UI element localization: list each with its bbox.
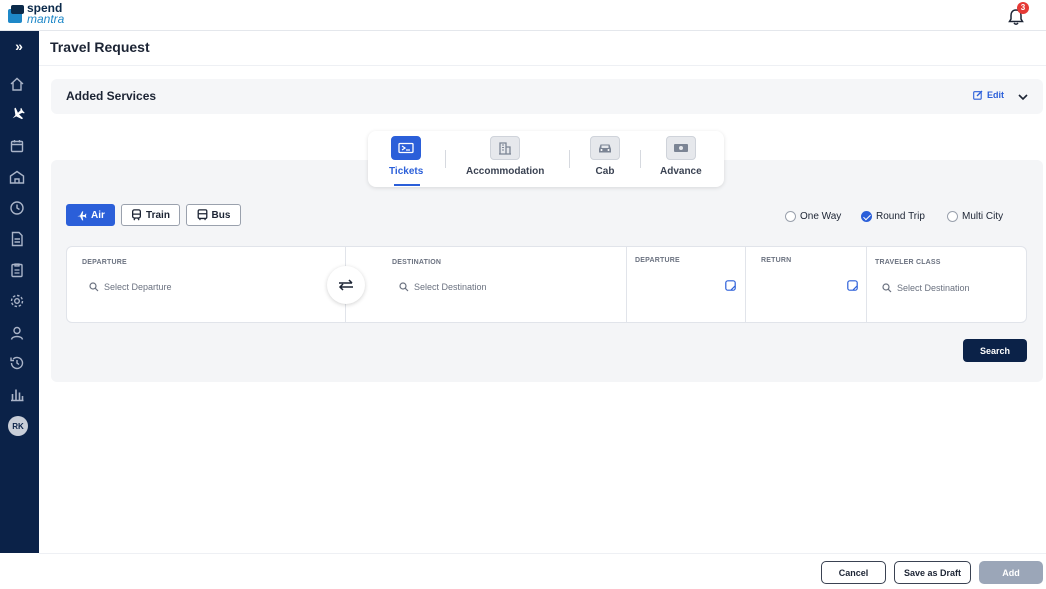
mode-bus-button[interactable]: Bus xyxy=(186,204,241,226)
tab-advance[interactable]: Advance xyxy=(660,136,702,177)
building-icon xyxy=(490,136,521,160)
page-title: Travel Request xyxy=(50,39,150,55)
active-tab-indicator xyxy=(394,184,420,186)
search-icon xyxy=(882,283,892,293)
flight-icon xyxy=(77,210,87,220)
radio-one-way[interactable] xyxy=(785,211,796,222)
divider xyxy=(640,150,641,168)
destination-input[interactable]: Select Destination xyxy=(399,282,487,292)
chevron-down-icon[interactable] xyxy=(1017,90,1029,108)
expand-sidebar-icon[interactable]: » xyxy=(10,37,28,55)
return-date-label: RETURN xyxy=(761,257,792,264)
save-draft-button[interactable]: Save as Draft xyxy=(894,561,971,584)
divider xyxy=(569,150,570,168)
traveler-class-input[interactable]: Select Destination xyxy=(882,283,970,293)
swap-arrows-icon xyxy=(338,279,353,291)
cancel-button[interactable]: Cancel xyxy=(821,561,886,584)
sidebar: » RK xyxy=(0,31,39,553)
calendar-icon[interactable] xyxy=(847,278,858,291)
tab-accommodation-label: Accommodation xyxy=(466,166,545,177)
search-button[interactable]: Search xyxy=(963,339,1027,362)
top-bar: spend mantra 3 xyxy=(0,0,1046,31)
divider xyxy=(626,246,627,323)
edit-button[interactable]: Edit xyxy=(973,90,1004,100)
divider xyxy=(39,553,1046,554)
departure-label: DEPARTURE xyxy=(82,259,127,266)
tab-tickets[interactable]: Tickets xyxy=(389,136,423,177)
destination-label: DESTINATION xyxy=(392,259,442,266)
clipboard-icon[interactable] xyxy=(8,261,26,279)
history-icon[interactable] xyxy=(8,354,26,372)
trip-multi-city-option[interactable]: Multi City xyxy=(947,211,1003,222)
clock-icon[interactable] xyxy=(8,199,26,217)
mode-bus-label: Bus xyxy=(211,209,231,221)
trip-one-way-option[interactable]: One Way xyxy=(785,211,841,222)
edit-label: Edit xyxy=(987,90,1004,100)
cash-icon xyxy=(665,136,696,160)
divider xyxy=(39,65,1046,66)
mode-air-label: Air xyxy=(91,209,105,221)
calendar-icon[interactable] xyxy=(725,278,736,291)
logo-icon xyxy=(8,5,24,23)
chart-icon[interactable] xyxy=(8,385,26,403)
trip-round-trip-label: Round Trip xyxy=(876,211,925,222)
trip-round-trip-option[interactable]: Round Trip xyxy=(861,211,925,222)
destination-placeholder: Select Destination xyxy=(414,282,487,292)
avatar[interactable]: RK xyxy=(8,416,28,436)
mode-air-button[interactable]: Air xyxy=(66,204,115,226)
added-services-section[interactable]: Added Services Edit xyxy=(51,79,1043,114)
swap-button[interactable] xyxy=(327,266,365,304)
trip-one-way-label: One Way xyxy=(800,211,842,222)
radio-round-trip[interactable] xyxy=(861,211,872,222)
tab-tickets-label: Tickets xyxy=(389,166,424,177)
departure-input[interactable]: Select Departure xyxy=(89,282,172,292)
search-icon xyxy=(399,282,409,292)
settings-icon[interactable] xyxy=(8,292,26,310)
bus-icon xyxy=(197,209,207,221)
radio-multi-city[interactable] xyxy=(947,211,958,222)
traveler-class-placeholder: Select Destination xyxy=(897,283,970,293)
brand-name-line2: mantra xyxy=(27,12,65,26)
edit-icon xyxy=(973,90,983,100)
document-icon[interactable] xyxy=(8,230,26,248)
ticket-icon xyxy=(391,136,422,160)
mode-train-button[interactable]: Train xyxy=(121,204,180,226)
traveler-class-label: TRAVELER CLASS xyxy=(875,259,941,266)
tab-advance-label: Advance xyxy=(660,166,702,177)
brand-logo[interactable]: spend mantra xyxy=(8,2,65,26)
tab-cab[interactable]: Cab xyxy=(590,136,620,177)
tab-cab-label: Cab xyxy=(595,166,615,177)
user-icon[interactable] xyxy=(8,324,26,342)
departure-placeholder: Select Departure xyxy=(104,282,172,292)
mode-train-label: Train xyxy=(146,209,170,221)
departure-date-label: DEPARTURE xyxy=(635,257,680,264)
tab-accommodation[interactable]: Accommodation xyxy=(466,136,544,177)
trip-multi-city-label: Multi City xyxy=(962,211,1004,222)
divider xyxy=(445,150,446,168)
car-icon xyxy=(590,136,620,160)
train-icon xyxy=(132,209,142,221)
building-icon[interactable] xyxy=(8,168,26,186)
search-icon xyxy=(89,282,99,292)
calendar-icon[interactable] xyxy=(8,137,26,155)
divider xyxy=(745,246,746,323)
home-icon[interactable] xyxy=(8,75,26,93)
flight-icon[interactable] xyxy=(8,105,26,123)
divider xyxy=(866,246,867,323)
added-services-label: Added Services xyxy=(66,89,157,103)
notification-count-badge: 3 xyxy=(1017,2,1029,14)
add-button[interactable]: Add xyxy=(979,561,1043,584)
